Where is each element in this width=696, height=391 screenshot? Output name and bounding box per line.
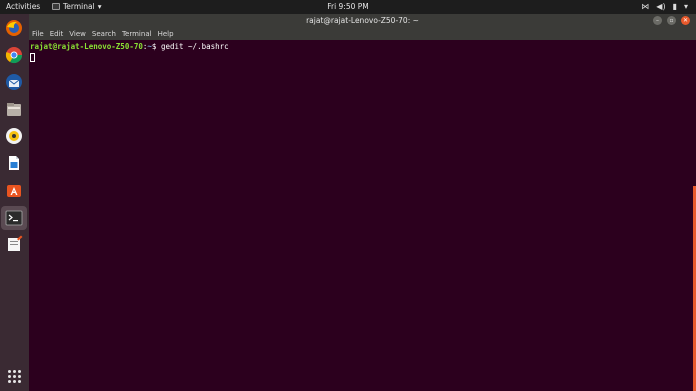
terminal-output[interactable]: rajat@rajat-Lenovo-Z50-70:~$ gedit ~/.ba… [29,40,692,391]
chrome-icon[interactable] [4,45,24,65]
launcher-dock [0,14,29,391]
menu-terminal[interactable]: Terminal [122,30,152,38]
menu-help[interactable]: Help [158,30,174,38]
thunderbird-icon[interactable] [4,72,24,92]
system-menu-icon[interactable]: ▾ [684,2,688,11]
network-icon[interactable]: ⋈ [641,2,649,11]
system-tray[interactable]: ⋈ ◀) ▮ ▾ [641,2,688,11]
window-titlebar[interactable]: rajat@rajat-Lenovo-Z50-70: ~ – ▫ ✕ [29,14,696,28]
window-title: rajat@rajat-Lenovo-Z50-70: ~ [306,16,419,25]
terminal-launcher-icon[interactable] [1,206,27,230]
files-icon[interactable] [4,99,24,119]
menu-file[interactable]: File [32,30,44,38]
close-button[interactable]: ✕ [681,16,690,25]
menu-view[interactable]: View [69,30,86,38]
firefox-icon[interactable] [4,18,24,38]
menu-bar: File Edit View Search Terminal Help [29,28,696,40]
minimize-button[interactable]: – [653,16,662,25]
text-cursor [30,53,35,62]
terminal-window: rajat@rajat-Lenovo-Z50-70: ~ – ▫ ✕ File … [29,14,696,391]
menu-edit[interactable]: Edit [50,30,64,38]
command-text: gedit ~/.bashrc [156,42,229,51]
text-editor-icon[interactable] [4,234,24,254]
show-applications-icon[interactable] [8,370,21,383]
volume-icon[interactable]: ◀) [656,2,665,11]
battery-icon[interactable]: ▮ [673,2,677,11]
rhythmbox-icon[interactable] [4,126,24,146]
writer-icon[interactable] [4,153,24,173]
maximize-button[interactable]: ▫ [667,16,676,25]
clock[interactable]: Fri 9:50 PM [0,2,696,11]
top-bar: Activities Terminal ▾ Fri 9:50 PM ⋈ ◀) ▮… [0,0,696,14]
menu-search[interactable]: Search [92,30,116,38]
prompt-user: rajat@rajat-Lenovo-Z50-70 [30,42,143,51]
software-center-icon[interactable] [4,180,24,200]
prompt-line: rajat@rajat-Lenovo-Z50-70:~$ gedit ~/.ba… [30,42,691,51]
